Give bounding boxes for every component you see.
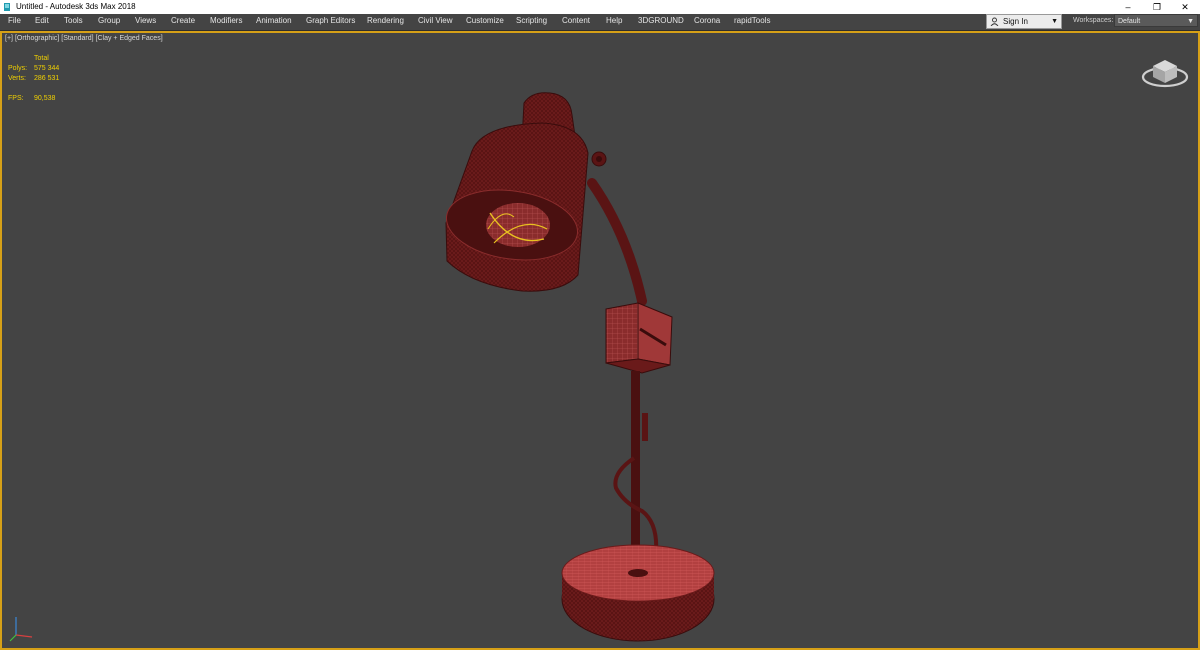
menu-create[interactable]: Create [171, 14, 195, 28]
lamp-arm [587, 178, 647, 306]
viewport[interactable]: [+] [Orthographic] [Standard] [Clay + Ed… [0, 31, 1200, 650]
menu-edit[interactable]: Edit [35, 14, 49, 28]
menu-modifiers[interactable]: Modifiers [210, 14, 242, 28]
chevron-down-icon: ▼ [1051, 18, 1058, 25]
chevron-down-icon: ▼ [1187, 18, 1194, 25]
menu-corona[interactable]: Corona [694, 14, 720, 28]
menu-graph-editors[interactable]: Graph Editors [306, 14, 355, 28]
3ds-max-icon [4, 3, 10, 11]
menu-group[interactable]: Group [98, 14, 120, 28]
restore-button[interactable]: ❐ [1142, 0, 1172, 14]
menu-rapidtools[interactable]: rapidTools [734, 14, 770, 28]
menu-views[interactable]: Views [135, 14, 156, 28]
axis-tripod-icon [9, 617, 33, 642]
menu-3dground[interactable]: 3DGROUND [638, 14, 684, 28]
menu-help[interactable]: Help [606, 14, 622, 28]
title-bar: Untitled - Autodesk 3ds Max 2018 – ❐ ✕ [0, 0, 1200, 14]
menu-content[interactable]: Content [562, 14, 590, 28]
menu-rendering[interactable]: Rendering [367, 14, 404, 28]
menu-scripting[interactable]: Scripting [516, 14, 547, 28]
menu-civil-view[interactable]: Civil View [418, 14, 453, 28]
user-icon [990, 17, 999, 26]
close-button[interactable]: ✕ [1170, 0, 1200, 14]
menu-file[interactable]: File [8, 14, 21, 28]
minimize-button[interactable]: – [1113, 0, 1143, 14]
workspaces-select[interactable]: Default ▼ [1114, 14, 1198, 27]
sign-in-label: Sign In [1003, 17, 1028, 26]
scene-canvas[interactable] [2, 33, 1198, 648]
lamp-joint-box-side [637, 302, 673, 366]
menu-customize[interactable]: Customize [466, 14, 504, 28]
sign-in-dropdown[interactable]: Sign In ▼ [986, 14, 1062, 29]
window-title: Untitled - Autodesk 3ds Max 2018 [16, 2, 136, 11]
menu-animation[interactable]: Animation [256, 14, 292, 28]
lamp-joint-box-front [605, 302, 639, 364]
workspaces-value: Default [1118, 18, 1141, 25]
workspaces-label: Workspaces: [1073, 17, 1114, 24]
lamp-pole [631, 371, 640, 571]
menu-tools[interactable]: Tools [64, 14, 83, 28]
